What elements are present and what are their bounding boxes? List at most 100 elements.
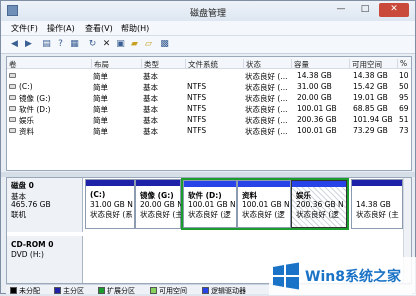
- partition-status: 状态良好 (逻: [188, 210, 231, 219]
- back-icon[interactable]: ◀: [9, 39, 20, 50]
- table-row[interactable]: 资料 简单 基本 NTFS 状态良好 (... 100.01 GB 73.29 …: [7, 125, 411, 136]
- menu-file[interactable]: 文件(F): [11, 23, 38, 34]
- column-filesystem[interactable]: 文件系统: [185, 59, 218, 69]
- watermark: Win8系统之家: [269, 257, 416, 295]
- volume-icon: [9, 73, 16, 78]
- title-bar: 磁盘管理 — □ ✕: [1, 1, 415, 21]
- column-volume[interactable]: 卷: [7, 59, 17, 69]
- cell-free-space: 68.85 GB: [353, 104, 388, 113]
- column-status[interactable]: 状态: [243, 59, 261, 69]
- legend-swatch: [202, 287, 209, 294]
- format-icon[interactable]: ▣: [115, 39, 126, 50]
- cell-filesystem: NTFS: [187, 104, 207, 113]
- table-row[interactable]: 简单 基本 状态良好 (... 14.38 GB 14.38 GB 10: [7, 70, 411, 81]
- partition-label: (C:): [90, 190, 106, 199]
- minimize-button[interactable]: —: [331, 3, 351, 17]
- primary-partition-bar: [352, 180, 402, 186]
- partition-size: 100.01 GB N: [188, 200, 236, 209]
- partition-status: 状态良好 (逻: [242, 210, 285, 219]
- cell-capacity: 31.00 GB: [297, 82, 332, 91]
- cell-layout: 简单: [93, 127, 108, 136]
- volume-list-header: 卷 布局 类型 文件系统 状态 容量 可用空间 %: [7, 57, 411, 69]
- column-type[interactable]: 类型: [141, 59, 159, 69]
- cell-percent-free: 69: [399, 104, 409, 113]
- delete-icon[interactable]: ✕: [101, 39, 112, 50]
- legend-free-space: 可用空间: [150, 286, 187, 296]
- menu-view[interactable]: 查看(V): [85, 23, 113, 34]
- logical-drive-bar: [292, 181, 346, 187]
- column-capacity[interactable]: 容量: [291, 59, 309, 69]
- legend-unallocated: 未分配: [10, 286, 40, 296]
- partition-unnamed[interactable]: 14.38 GB 状态良好 (主: [351, 179, 403, 229]
- cell-free-space: 73.29 GB: [353, 126, 388, 135]
- cell-capacity: 14.38 GB: [297, 71, 332, 80]
- cell-capacity: 200.36 GB: [297, 115, 337, 124]
- help-icon[interactable]: ?: [55, 39, 66, 50]
- legend-swatch: [150, 287, 157, 294]
- partition-data[interactable]: 资料 100.01 GB N 状态良好 (逻: [237, 180, 291, 228]
- cdrom-0-type: DVD (H:): [11, 250, 44, 259]
- cell-filesystem: NTFS: [187, 93, 207, 102]
- partition-status: 状态良好 (系: [90, 210, 133, 219]
- volume-icon: [9, 128, 16, 133]
- partition-g[interactable]: 镜像 (G:) 20.00 GB N 状态良好 (主: [135, 179, 183, 229]
- cdrom-0-info[interactable]: CD-ROM 0 DVD (H:): [7, 236, 83, 283]
- properties-icon[interactable]: ▦: [69, 39, 80, 50]
- disk-management-window: 磁盘管理 — □ ✕ 文件(F) 操作(A) 查看(V) 帮助(H) ◀ ▶ ▤…: [0, 0, 416, 296]
- cell-percent-free: 50: [399, 82, 409, 91]
- menu-help[interactable]: 帮助(H): [121, 23, 149, 34]
- close-button[interactable]: ✕: [379, 3, 409, 17]
- partition-size: 20.00 GB N: [140, 200, 183, 209]
- cell-type: 基本: [143, 127, 158, 136]
- partition-size: 200.36 GB N: [296, 200, 344, 209]
- cell-status: 状态良好 (...: [245, 127, 288, 136]
- volume-icon: [9, 95, 16, 100]
- column-layout[interactable]: 布局: [91, 59, 109, 69]
- maximize-button[interactable]: □: [355, 3, 375, 17]
- cell-percent-free: 95: [399, 93, 409, 102]
- volume-icon: [9, 84, 16, 89]
- cdrom-0-name: CD-ROM 0: [11, 240, 54, 249]
- volume-icon: [9, 106, 16, 111]
- cell-free-space: 19.01 GB: [353, 93, 388, 102]
- cell-capacity: 100.01 GB: [297, 104, 337, 113]
- cell-filesystem: NTFS: [187, 115, 207, 124]
- column-percent-free[interactable]: %: [397, 59, 407, 69]
- legend-swatch: [98, 287, 105, 294]
- settings-icon[interactable]: ▩: [159, 39, 170, 50]
- cell-filesystem: NTFS: [187, 82, 207, 91]
- explore-icon[interactable]: ▱: [143, 39, 154, 50]
- cell-percent-free: 73: [399, 126, 409, 135]
- legend-extended: 扩展分区: [98, 286, 135, 296]
- column-free-space[interactable]: 可用空间: [349, 59, 382, 69]
- legend-primary: 主分区: [54, 286, 84, 296]
- console-tree-icon[interactable]: ▤: [41, 39, 52, 50]
- partition-entertainment[interactable]: 娱乐 200.36 GB N 状态良好 (逻: [291, 180, 347, 228]
- windows-logo-icon: [273, 262, 299, 290]
- logical-drive-bar: [184, 181, 236, 187]
- table-row[interactable]: (C:) 简单 基本 NTFS 状态良好 (... 31.00 GB 15.42…: [7, 81, 411, 92]
- table-row[interactable]: 镜像 (G:) 简单 基本 NTFS 状态良好 (... 20.00 GB 19…: [7, 92, 411, 103]
- cell-volume: 资料: [19, 127, 34, 136]
- cell-percent-free: 10: [399, 71, 409, 80]
- legend-swatch: [10, 287, 17, 294]
- open-icon[interactable]: ▰: [129, 39, 140, 50]
- partition-c[interactable]: (C:) 31.00 GB N 状态良好 (系: [85, 179, 135, 229]
- table-row[interactable]: 软件 (D:) 简单 基本 NTFS 状态良好 (... 100.01 GB 6…: [7, 103, 411, 114]
- volume-icon: [9, 117, 16, 122]
- disk-0-state: 联机: [11, 210, 26, 219]
- cell-volume: (C:): [19, 82, 33, 91]
- toolbar: ◀ ▶ ▤ ? ▦ ↻ ✕ ▣ ▰ ▱ ▩: [1, 36, 415, 54]
- watermark-text: Win8系统之家: [305, 269, 401, 285]
- disk-0-info[interactable]: 磁盘 0 基本 465.76 GB 联机: [7, 178, 83, 232]
- menu-action[interactable]: 操作(A): [47, 23, 75, 34]
- forward-icon[interactable]: ▶: [23, 39, 34, 50]
- partition-status: 状态良好 (主: [356, 210, 399, 219]
- table-row[interactable]: 娱乐 简单 基本 NTFS 状态良好 (... 200.36 GB 101.94…: [7, 114, 411, 125]
- refresh-icon[interactable]: ↻: [87, 39, 98, 50]
- partition-d[interactable]: 软件 (D:) 100.01 GB N 状态良好 (逻: [183, 180, 237, 228]
- partition-status: 状态良好 (逻: [296, 210, 339, 219]
- legend-logical: 逻辑驱动器: [202, 286, 246, 296]
- partition-size: 100.01 GB N: [242, 200, 290, 209]
- volume-list: 卷 布局 类型 文件系统 状态 容量 可用空间 % 简单 基本 状态良好 (..…: [6, 56, 412, 171]
